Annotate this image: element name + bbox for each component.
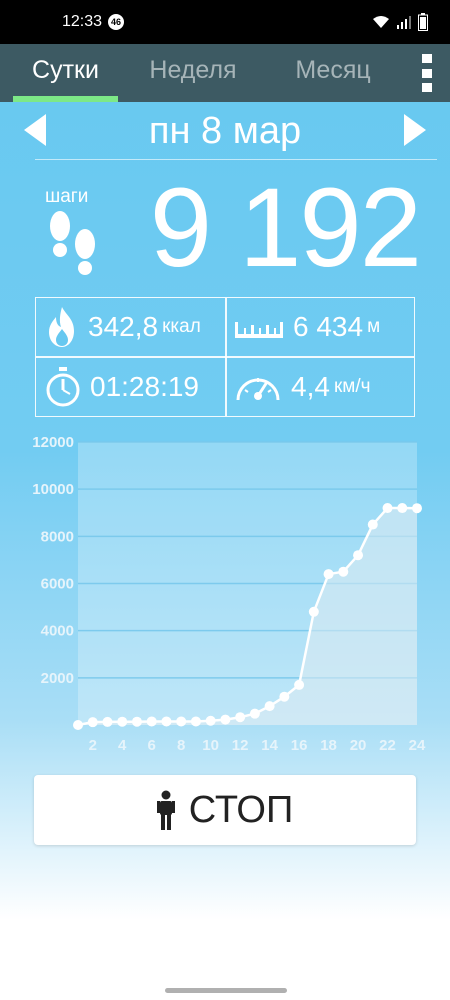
steps-chart: 200040006000800010000120002 4 6 8 10 12 14 16 18… xyxy=(32,434,426,754)
date-label: пн 8 мар xyxy=(148,109,302,152)
speed-value: 4,4 xyxy=(291,371,330,402)
chart-data-point xyxy=(412,503,422,514)
chart-data-point xyxy=(382,503,393,514)
home-indicator[interactable] xyxy=(165,988,287,993)
chart-data-point xyxy=(87,717,98,728)
steps-label: шаги xyxy=(45,186,89,207)
y-tick-label: 4000 xyxy=(41,623,74,640)
x-tick-label: 18 xyxy=(320,737,337,754)
x-tick-label: 20 xyxy=(350,737,367,754)
tab-week[interactable]: Неделя xyxy=(128,44,258,102)
wifi-icon xyxy=(373,16,389,28)
signal-icon xyxy=(397,16,411,29)
date-divider xyxy=(35,159,437,160)
steps-count: 9 192 xyxy=(149,165,422,290)
tab-bar: Сутки Неделя Месяц xyxy=(0,44,450,102)
stopwatch-icon xyxy=(46,367,80,407)
flame-icon xyxy=(49,307,74,347)
speed-stat: 4,4 км/ч xyxy=(225,358,414,416)
chart-data-point xyxy=(73,720,83,730)
status-bar: 12:33 46 xyxy=(0,0,450,44)
y-tick-label: 2000 xyxy=(41,670,74,687)
y-tick-label: 12000 xyxy=(32,434,74,451)
battery-icon xyxy=(418,13,428,31)
distance-unit: м xyxy=(367,316,381,337)
chart-data-point xyxy=(146,716,157,727)
x-tick-label: 8 xyxy=(177,737,185,754)
chart-data-point xyxy=(249,708,260,719)
chart-data-point xyxy=(338,566,349,577)
tab-month[interactable]: Месяц xyxy=(278,44,388,102)
chart-data-point xyxy=(190,716,201,727)
chart-data-point xyxy=(397,503,408,514)
distance-stat: 6 434 м xyxy=(225,298,414,356)
ruler-icon xyxy=(235,322,283,338)
chart-data-point xyxy=(205,715,216,726)
speed-unit: км/ч xyxy=(333,376,371,397)
stop-button[interactable]: СТОП xyxy=(34,775,416,845)
stats-grid: 342,8 ккал 6 434 м 01:28:19 4,4 км/ч xyxy=(35,297,415,417)
tab-day[interactable]: Сутки xyxy=(13,44,118,102)
speedometer-icon xyxy=(236,378,280,401)
next-day-arrow-icon[interactable] xyxy=(400,112,430,148)
chart-data-point xyxy=(102,716,113,727)
duration-stat: 01:28:19 xyxy=(36,358,225,416)
chart-data-point xyxy=(235,712,246,723)
chart-data-point xyxy=(117,716,128,727)
chart-data-point xyxy=(323,569,334,580)
calories-unit: ккал xyxy=(162,316,201,337)
x-tick-label: 16 xyxy=(291,737,308,754)
status-icons xyxy=(372,13,428,31)
overflow-menu-icon[interactable] xyxy=(422,54,432,92)
status-time: 12:33 xyxy=(62,13,103,30)
notification-badge: 46 xyxy=(108,14,125,30)
x-tick-label: 12 xyxy=(232,737,249,754)
footprints-icon xyxy=(50,211,95,275)
y-tick-label: 6000 xyxy=(41,576,74,593)
x-tick-label: 6 xyxy=(148,737,156,754)
x-tick-label: 24 xyxy=(409,737,426,754)
chart-data-point xyxy=(220,714,231,725)
x-tick-label: 2 xyxy=(89,737,97,754)
chart-data-point xyxy=(264,701,275,712)
previous-day-arrow-icon[interactable] xyxy=(20,112,50,148)
calories-value: 342,8 xyxy=(88,311,159,342)
date-navigator: пн 8 мар xyxy=(0,102,450,160)
chart-data-point xyxy=(131,716,142,727)
y-tick-label: 8000 xyxy=(41,528,74,545)
duration-value: 01:28:19 xyxy=(90,371,199,402)
x-tick-label: 14 xyxy=(261,737,278,754)
chart-data-point xyxy=(367,519,378,530)
chart-data-point xyxy=(279,691,290,702)
calories-stat: 342,8 ккал xyxy=(36,298,225,356)
chart-data-point xyxy=(308,606,319,617)
x-tick-label: 22 xyxy=(379,737,396,754)
distance-value: 6 434 xyxy=(293,311,364,342)
person-icon xyxy=(156,790,175,830)
chart-data-point xyxy=(176,716,187,727)
chart-data-point xyxy=(294,679,305,690)
chart-data-point xyxy=(161,716,172,727)
x-tick-label: 10 xyxy=(202,737,219,754)
stop-button-label: СТОП xyxy=(188,788,294,831)
x-tick-label: 4 xyxy=(118,737,127,754)
chart-data-point xyxy=(353,550,364,561)
y-tick-label: 10000 xyxy=(32,481,74,498)
